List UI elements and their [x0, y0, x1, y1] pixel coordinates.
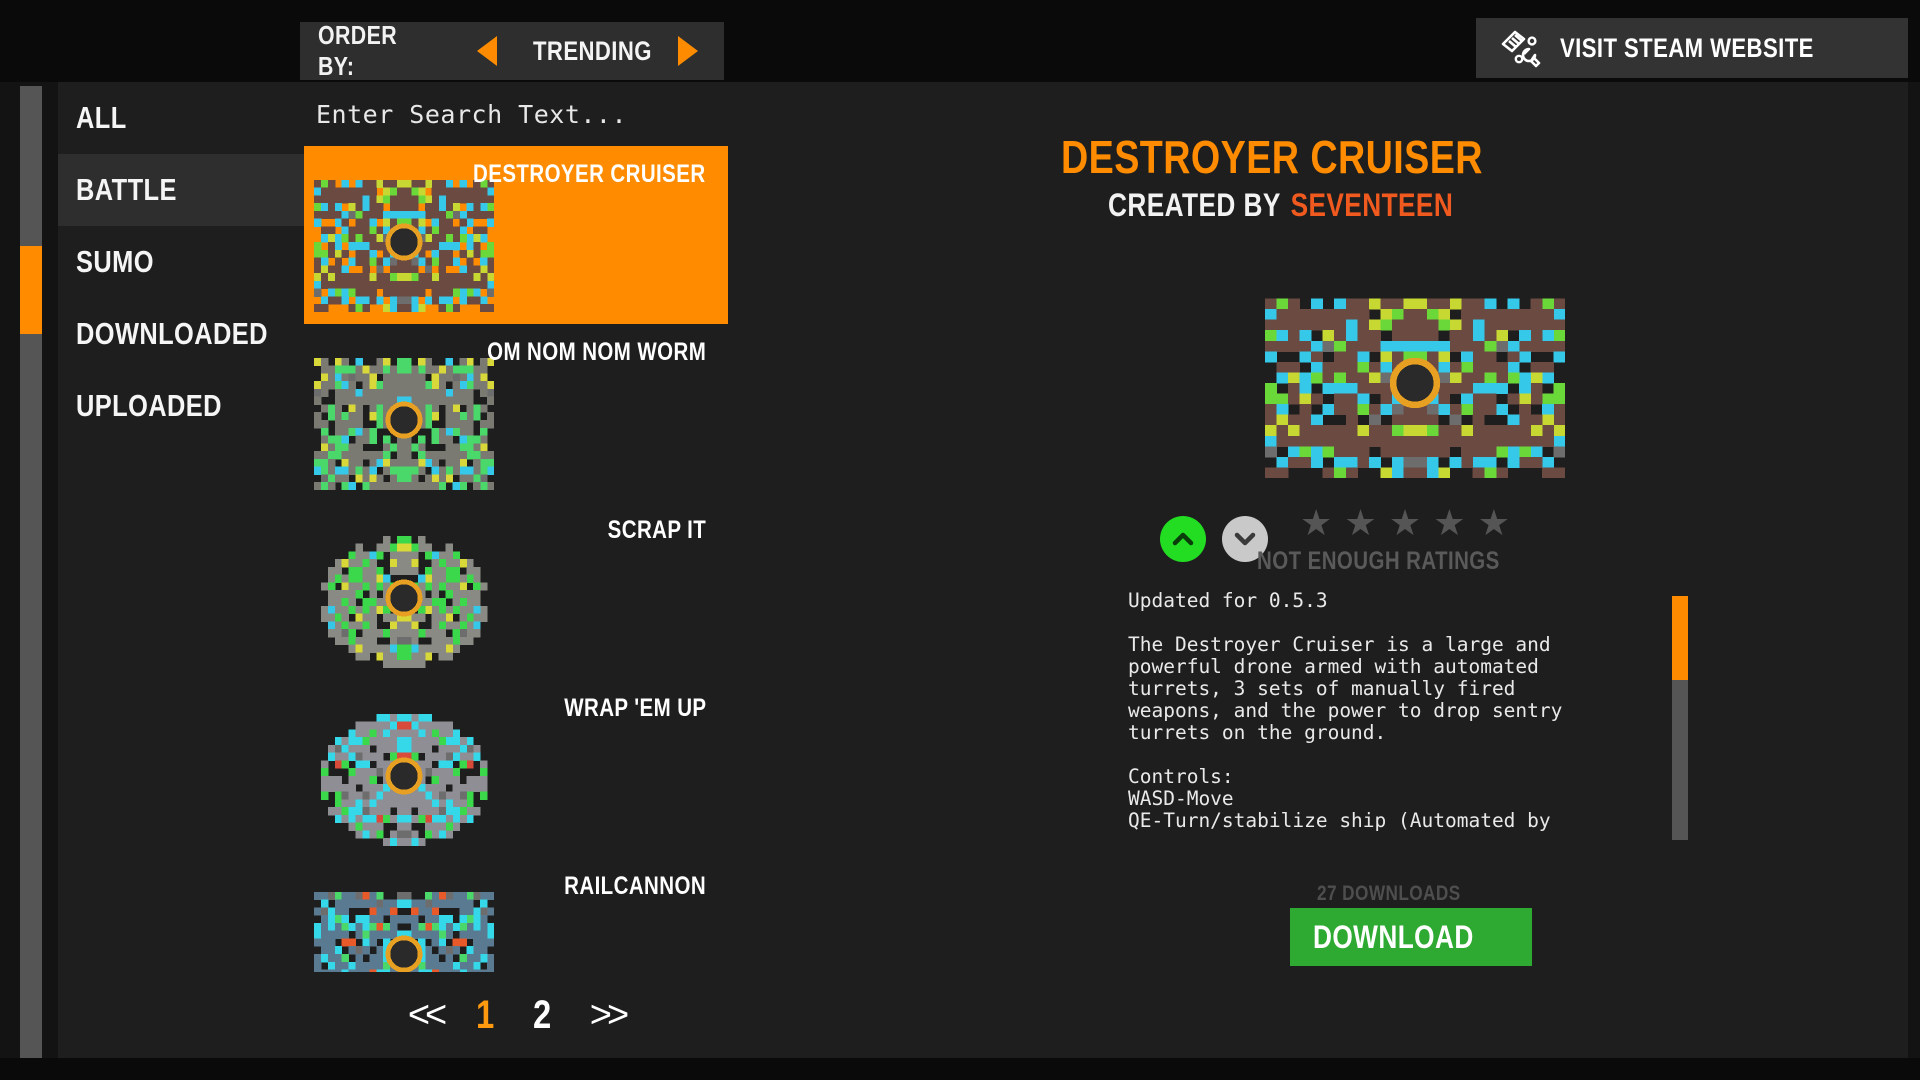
- page-scrollbar[interactable]: [20, 86, 42, 1058]
- list-item-name: WRAP 'EM UP: [563, 694, 706, 722]
- sidebar-item-label: SUMO: [76, 244, 154, 279]
- list-item-thumbnail: [314, 172, 495, 313]
- pagination-first-button[interactable]: <<: [408, 994, 447, 1037]
- page-scrollbar-thumb[interactable]: [20, 246, 42, 334]
- category-sidebar: ALL BATTLE SUMO DOWNLOADED UPLOADED: [58, 82, 304, 1058]
- download-button[interactable]: DOWNLOAD: [1290, 908, 1532, 966]
- sidebar-item-uploaded[interactable]: UPLOADED: [58, 370, 304, 442]
- rating-status-text: NOT ENOUGH RATINGS: [1256, 547, 1500, 575]
- triangle-left-icon[interactable]: [477, 36, 497, 66]
- author-name: SEVENTEEN: [1290, 187, 1453, 223]
- created-by-label: CREATED BY: [1107, 187, 1281, 223]
- sidebar-item-label: ALL: [76, 100, 127, 135]
- upvote-button[interactable]: [1160, 516, 1206, 562]
- description-viewport: Updated for 0.5.3 The Destroyer Cruiser …: [1128, 590, 1618, 840]
- pagination: << 1 2 >>: [304, 972, 728, 1058]
- star-rating: ★ ★ ★ ★ ★: [1300, 505, 1510, 541]
- description-text: Updated for 0.5.3 The Destroyer Cruiser …: [1128, 590, 1563, 832]
- list-item-thumbnail: [314, 528, 494, 669]
- pagination-last-button[interactable]: >>: [590, 994, 629, 1037]
- list-item[interactable]: RAILCANNON: [304, 858, 728, 972]
- star-icon[interactable]: ★: [1344, 505, 1376, 541]
- list-item-name: RAILCANNON: [564, 872, 706, 900]
- order-by-label: ORDER BY:: [318, 20, 398, 81]
- list-item[interactable]: WRAP 'EM UP: [304, 680, 728, 858]
- sidebar-item-label: DOWNLOADED: [76, 316, 268, 351]
- sidebar-item-downloaded[interactable]: DOWNLOADED: [58, 298, 304, 370]
- list-item[interactable]: OM NOM NOM WORM: [304, 324, 728, 502]
- download-button-label: DOWNLOAD: [1313, 918, 1474, 955]
- star-icon[interactable]: ★: [1300, 505, 1332, 541]
- order-by-control: ORDER BY: TRENDING: [300, 20, 724, 81]
- list-item-thumbnail: [314, 350, 495, 491]
- description-scrollbar-thumb[interactable]: [1672, 596, 1688, 680]
- top-bar: ORDER BY: TRENDING VISIT STEAM WEBSITE: [0, 0, 1920, 82]
- workshop-list[interactable]: DESTROYER CRUISER OM NOM NOM WORM SCRAP IT…: [304, 146, 728, 972]
- detail-ship-thumbnail: [1265, 288, 1566, 479]
- app-frame: ORDER BY: TRENDING VISIT STEAM WEBSITE A…: [0, 0, 1920, 1080]
- visit-steam-website-button[interactable]: VISIT STEAM WEBSITE: [1476, 18, 1908, 78]
- search-input[interactable]: Enter Search Text...: [304, 82, 728, 146]
- pagination-page-1[interactable]: 1: [476, 995, 495, 1035]
- detail-author-line: CREATED BY SEVENTEEN: [728, 187, 1908, 224]
- tools-wrench-icon: [1498, 28, 1544, 68]
- list-item[interactable]: SCRAP IT: [304, 502, 728, 680]
- sidebar-item-label: BATTLE: [76, 172, 177, 207]
- list-item-name: OM NOM NOM WORM: [486, 338, 706, 366]
- search-placeholder: Enter Search Text...: [316, 99, 628, 129]
- star-icon[interactable]: ★: [1478, 505, 1510, 541]
- list-item[interactable]: DESTROYER CRUISER: [304, 146, 728, 324]
- workshop-list-panel: Enter Search Text... DESTROYER CRUISER OM…: [304, 82, 728, 1058]
- sidebar-item-sumo[interactable]: SUMO: [58, 226, 304, 298]
- sidebar-item-all[interactable]: ALL: [58, 82, 304, 154]
- list-item-thumbnail: [314, 706, 494, 847]
- sidebar-item-label: UPLOADED: [76, 388, 222, 423]
- list-item-thumbnail: [314, 884, 495, 972]
- visit-steam-website-label: VISIT STEAM WEBSITE: [1560, 32, 1814, 63]
- list-item-name: SCRAP IT: [607, 516, 706, 544]
- download-count: 27 DOWNLOADS: [1317, 882, 1462, 905]
- detail-title-text: DESTROYER CRUISER: [1060, 131, 1483, 183]
- pagination-page-2[interactable]: 2: [533, 995, 552, 1035]
- star-icon[interactable]: ★: [1389, 505, 1421, 541]
- list-item-name: DESTROYER CRUISER: [473, 160, 706, 188]
- order-by-value: TRENDING: [533, 35, 652, 66]
- triangle-right-icon[interactable]: [678, 36, 698, 66]
- sidebar-item-battle[interactable]: BATTLE: [58, 154, 304, 226]
- description-scrollbar[interactable]: [1672, 596, 1688, 840]
- star-icon[interactable]: ★: [1433, 505, 1465, 541]
- detail-title: DESTROYER CRUISER: [728, 130, 1908, 184]
